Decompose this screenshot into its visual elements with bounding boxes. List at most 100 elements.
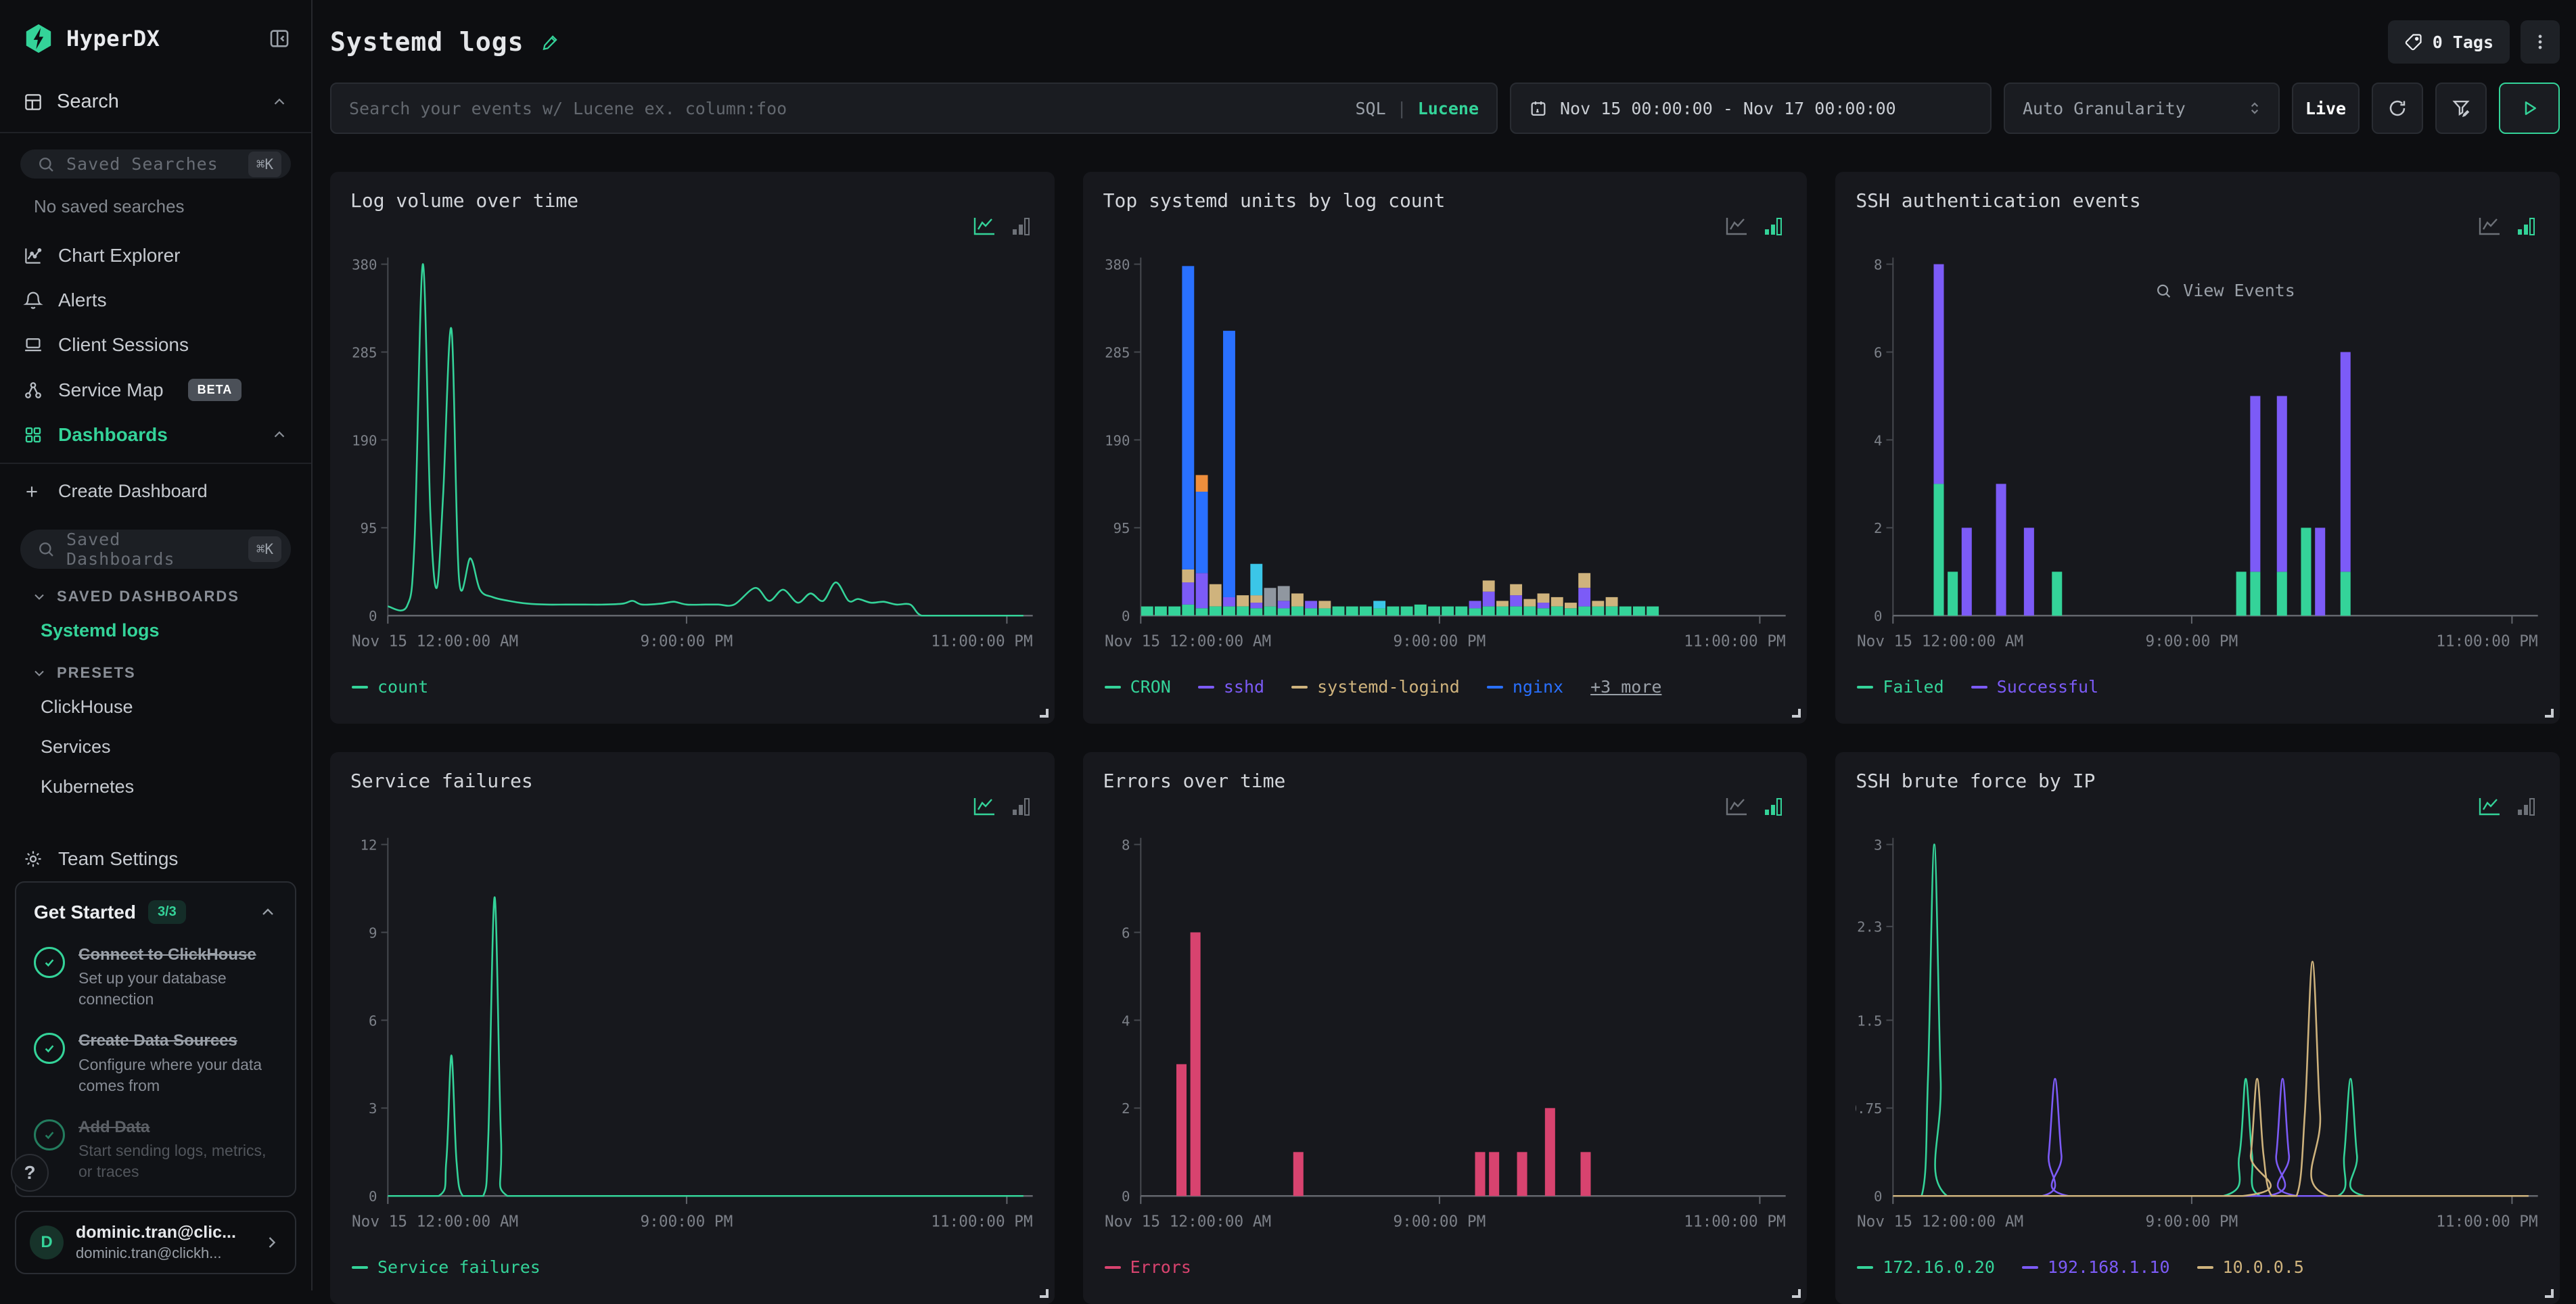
sidebar-item-label: Chart Explorer xyxy=(58,245,181,266)
chevron-up-icon[interactable] xyxy=(258,903,277,922)
bar-view-icon[interactable] xyxy=(1764,216,1784,237)
sidebar-item-systemd-logs[interactable]: Systemd logs xyxy=(0,611,311,651)
sidebar-item-kubernetes[interactable]: Kubernetes xyxy=(0,767,311,807)
get-started-step[interactable]: Connect to ClickHouse Set up your databa… xyxy=(34,944,277,1010)
edit-title-icon[interactable] xyxy=(540,32,561,52)
line-view-icon[interactable] xyxy=(972,797,996,817)
get-started-step[interactable]: Create Data Sources Configure where your… xyxy=(34,1030,277,1096)
shortcut-badge: ⌘K xyxy=(248,152,281,177)
svg-text:8: 8 xyxy=(1122,837,1130,853)
sidebar-item-search[interactable]: Search xyxy=(0,72,311,132)
legend-item[interactable]: 10.0.0.5 xyxy=(2197,1257,2304,1277)
bell-icon xyxy=(23,290,43,310)
line-view-icon[interactable] xyxy=(972,216,996,237)
sidebar-item-label: Team Settings xyxy=(58,848,178,870)
lucene-mode-toggle[interactable]: Lucene xyxy=(1418,99,1479,118)
sidebar-item-team-settings[interactable]: Team Settings xyxy=(0,837,311,881)
dashboard-grid: Log volume over time 380285190950Nov 15 … xyxy=(330,172,2560,1304)
app-title: HyperDX xyxy=(66,26,160,51)
dashboard-menu-button[interactable] xyxy=(2521,20,2560,64)
sidebar-collapse-icon[interactable] xyxy=(268,27,291,50)
create-dashboard-button[interactable]: Create Dashboard xyxy=(0,469,311,513)
help-button[interactable]: ? xyxy=(11,1154,49,1192)
live-button[interactable]: Live xyxy=(2292,83,2360,134)
sidebar-item-dashboards[interactable]: Dashboards xyxy=(0,413,311,457)
presets-section-header[interactable]: PRESETS xyxy=(0,651,311,687)
legend-item[interactable]: Successful xyxy=(1971,677,2099,697)
sql-mode-toggle[interactable]: SQL xyxy=(1355,99,1385,118)
legend-item[interactable]: Errors xyxy=(1105,1257,1191,1277)
get-started-card: Get Started 3/3 Connect to ClickHouse Se… xyxy=(15,881,296,1197)
line-view-icon[interactable] xyxy=(1724,797,1749,817)
svg-text:0.75: 0.75 xyxy=(1856,1100,1883,1117)
svg-text:11:00:00 PM: 11:00:00 PM xyxy=(2437,1213,2538,1231)
legend-swatch xyxy=(352,686,368,689)
svg-text:8: 8 xyxy=(1874,256,1882,273)
legend-item[interactable]: 192.168.1.10 xyxy=(2022,1257,2170,1277)
chevron-up-icon[interactable] xyxy=(271,93,288,111)
bar-view-icon[interactable] xyxy=(2516,216,2537,237)
filter-button[interactable] xyxy=(2435,83,2487,134)
legend-item[interactable]: nginx xyxy=(1487,677,1563,697)
create-dashboard-label: Create Dashboard xyxy=(58,481,208,502)
view-events-button[interactable]: View Events xyxy=(2155,281,2295,300)
sidebar-item-client-sessions[interactable]: Client Sessions xyxy=(0,323,311,367)
chart-canvas: 380285190950Nov 15 12:00:00 AM9:00:00 PM… xyxy=(1103,241,1787,674)
svg-text:11:00:00 PM: 11:00:00 PM xyxy=(931,633,1032,651)
svg-text:11:00:00 PM: 11:00:00 PM xyxy=(931,1213,1032,1231)
bar-view-icon[interactable] xyxy=(1011,797,1032,817)
legend-item[interactable]: sshd xyxy=(1198,677,1264,697)
get-started-step[interactable]: Add Data Start sending logs, metrics, or… xyxy=(34,1117,277,1182)
refresh-button[interactable] xyxy=(2372,83,2423,134)
chart-title: Log volume over time xyxy=(350,189,1034,212)
legend-more-link[interactable]: +3 more xyxy=(1590,677,1661,697)
line-view-icon[interactable] xyxy=(1724,216,1749,237)
sidebar-item-clickhouse[interactable]: ClickHouse xyxy=(0,687,311,727)
legend-swatch xyxy=(1857,1266,1873,1269)
tags-button[interactable]: 0 Tags xyxy=(2388,20,2510,64)
svg-text:9:00:00 PM: 9:00:00 PM xyxy=(1393,633,1486,651)
date-range-picker[interactable]: Nov 15 00:00:00 - Nov 17 00:00:00 xyxy=(1510,83,1992,134)
legend-label: 10.0.0.5 xyxy=(2223,1257,2304,1277)
legend-item[interactable]: count xyxy=(352,677,428,697)
chart-panel-ssh-brute-force: SSH brute force by IP 32.31.50.750Nov 15… xyxy=(1835,752,2560,1304)
search-input[interactable] xyxy=(331,84,1496,133)
sidebar-item-service-map[interactable]: Service Map BETA xyxy=(0,367,311,413)
legend-item[interactable]: 172.16.0.20 xyxy=(1857,1257,1995,1277)
bar-view-icon[interactable] xyxy=(1764,797,1784,817)
legend-item[interactable]: CRON xyxy=(1105,677,1171,697)
sidebar-item-chart-explorer[interactable]: Chart Explorer xyxy=(0,233,311,278)
line-view-icon[interactable] xyxy=(2477,797,2502,817)
chart-legend: CRON sshd systemd-logind nginx +3 more xyxy=(1105,677,1662,697)
saved-dashboards-section-header[interactable]: SAVED DASHBOARDS xyxy=(0,574,311,611)
run-query-button[interactable] xyxy=(2499,83,2560,134)
legend-item[interactable]: Service failures xyxy=(352,1257,540,1277)
saved-dashboards-input[interactable]: Saved Dashboards ⌘K xyxy=(20,530,291,569)
user-email: dominic.tran@clickh... xyxy=(76,1244,236,1262)
chevron-up-icon[interactable] xyxy=(271,426,288,444)
legend-item[interactable]: Failed xyxy=(1857,677,1944,697)
legend-item[interactable]: systemd-logind xyxy=(1291,677,1460,697)
resize-handle[interactable] xyxy=(1792,709,1801,718)
svg-text:Nov 15 12:00:00 AM: Nov 15 12:00:00 AM xyxy=(1105,633,1271,651)
chart-legend: count xyxy=(352,677,428,697)
sidebar-item-services[interactable]: Services xyxy=(0,727,311,767)
chart-panel-ssh-auth-events: SSH authentication events 86420Nov 15 12… xyxy=(1835,172,2560,724)
chart-explorer-icon xyxy=(23,246,43,266)
bar-view-icon[interactable] xyxy=(1011,216,1032,237)
sidebar: HyperDX Search Saved Searches ⌘K No save… xyxy=(0,0,313,1290)
granularity-select[interactable]: Auto Granularity xyxy=(2004,83,2280,134)
bar-view-icon[interactable] xyxy=(2516,797,2537,817)
resize-handle[interactable] xyxy=(1040,709,1049,718)
sidebar-item-label: Alerts xyxy=(58,289,107,311)
chart-plot-area: 129630Nov 15 12:00:00 AM9:00:00 PM11:00:… xyxy=(350,822,1034,1255)
saved-searches-input[interactable]: Saved Searches ⌘K xyxy=(20,149,291,179)
step-title: Connect to ClickHouse xyxy=(78,946,256,964)
sidebar-item-alerts[interactable]: Alerts xyxy=(0,278,311,323)
chevron-right-icon xyxy=(262,1233,281,1252)
user-menu[interactable]: D dominic.tran@clic... dominic.tran@clic… xyxy=(15,1211,296,1274)
line-view-icon[interactable] xyxy=(2477,216,2502,237)
svg-text:95: 95 xyxy=(361,520,377,536)
resize-handle[interactable] xyxy=(2545,709,2554,718)
svg-text:285: 285 xyxy=(352,344,377,360)
